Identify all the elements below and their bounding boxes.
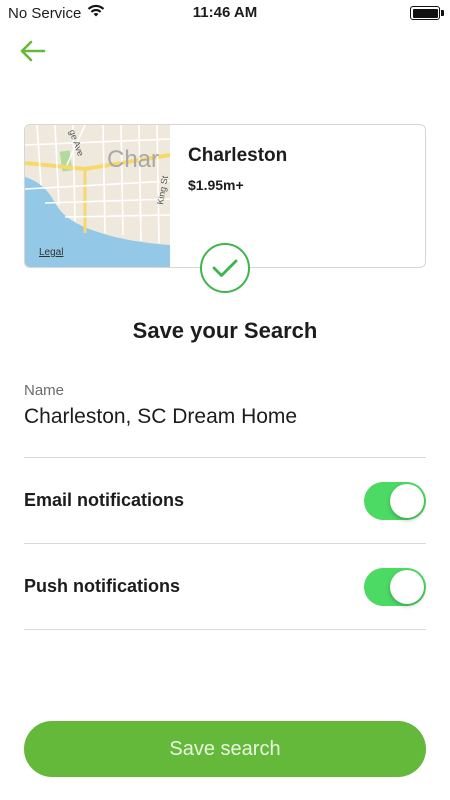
name-field[interactable]: Charleston, SC Dream Home	[24, 405, 297, 429]
map-legal-link[interactable]: Legal	[39, 247, 63, 258]
map-city-label: Char	[107, 146, 159, 173]
status-bar: No Service 11:46 AM	[0, 0, 450, 26]
divider	[24, 629, 426, 630]
page-title: Save your Search	[132, 318, 318, 343]
toggle-knob	[390, 570, 424, 604]
card-price: $1.95m+	[188, 177, 244, 193]
status-time: 11:46 AM	[192, 4, 258, 21]
toggle-knob	[390, 484, 424, 518]
map-thumbnail: Char ge Ave King St Legal	[25, 125, 170, 267]
save-search-button[interactable]: Save search	[24, 721, 426, 777]
checkmark-icon	[212, 259, 238, 277]
push-notifications-label: Push notifications	[24, 576, 181, 596]
battery-tip	[441, 10, 444, 16]
checkmark-badge	[200, 243, 250, 293]
battery-icon	[410, 6, 440, 20]
divider	[24, 457, 426, 458]
email-notifications-toggle[interactable]	[364, 482, 426, 520]
arrow-left-icon	[20, 40, 46, 62]
back-button[interactable]	[18, 38, 48, 64]
email-notifications-label: Email notifications	[24, 490, 185, 510]
divider	[24, 543, 426, 544]
push-notifications-toggle[interactable]	[364, 568, 426, 606]
name-field-label: Name	[24, 382, 65, 399]
card-title: Charleston	[188, 145, 288, 166]
